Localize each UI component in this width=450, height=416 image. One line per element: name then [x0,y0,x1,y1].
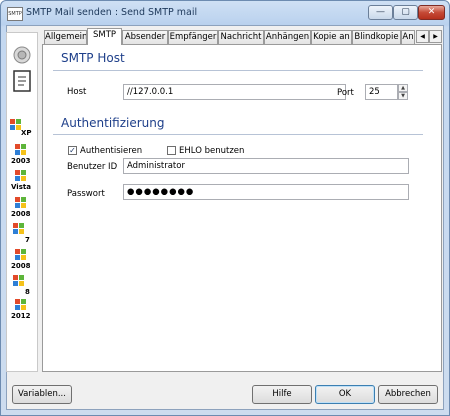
tab-strip: Allgemein SMTP Absender Empfänger Nachri… [42,28,442,45]
tab-kopie-an[interactable]: Kopie an [311,30,352,44]
minimize-button[interactable]: — [368,5,393,20]
os-label-8: 8 [25,288,30,296]
authentication-divider [53,134,423,135]
smtp-host-divider [53,70,423,71]
window-title: SMTP Mail senden : Send SMTP mail [26,7,198,18]
tab-nachricht[interactable]: Nachricht [218,30,264,44]
authenticate-checkbox[interactable]: ✓ [68,146,77,155]
windows-flag-icon [15,299,26,310]
maximize-button[interactable]: ▢ [393,5,418,20]
os-label-2008-r2: 2008 [11,262,31,270]
tab-an[interactable]: An [401,30,415,44]
windows-flag-icon [13,275,24,286]
os-label-xp: XP [21,129,32,137]
tab-allgemein[interactable]: Allgemein [44,30,87,44]
os-label-2012: 2012 [11,312,31,320]
host-input[interactable]: //127.0.0.1 [123,84,346,100]
password-label: Passwort [67,189,105,199]
windows-2003-icon[interactable]: 2003 [10,144,34,168]
app-icon: SMTP [7,7,23,21]
smtp-tab-panel: SMTP Host Host //127.0.0.1 Port 25 ▲ ▼ A… [42,44,442,372]
windows-flag-icon [13,223,24,234]
tab-scroll-right-button[interactable]: ▶ [429,30,442,43]
stepper-down-icon[interactable]: ▼ [398,92,408,100]
os-label-7: 7 [25,236,30,244]
windows-flag-icon [10,119,21,130]
windows-vista-icon[interactable]: Vista [10,170,34,194]
tab-absender[interactable]: Absender [122,30,168,44]
cancel-button[interactable]: Abbrechen [378,385,438,404]
windows-flag-icon [15,249,26,260]
ehlo-checkbox[interactable] [167,146,176,155]
host-label: Host [67,87,87,97]
sidebar: XP 2003 Vista 2008 7 2008 8 2012 [6,32,38,372]
tab-anhaengen[interactable]: Anhängen [264,30,311,44]
circle-icon[interactable] [10,43,34,67]
windows-flag-icon [15,144,26,155]
password-input[interactable]: ●●●●●●●● [123,184,409,200]
windows-2008-icon[interactable]: 2008 [10,197,34,221]
windows-xp-icon[interactable]: XP [10,119,34,143]
ok-button[interactable]: OK [315,385,375,404]
tab-smtp[interactable]: SMTP [87,28,122,45]
windows-2008-r2-icon[interactable]: 2008 [10,249,34,273]
windows-8-icon[interactable]: 8 [10,275,34,299]
port-stepper[interactable]: ▲ ▼ [398,84,408,100]
document-icon[interactable] [10,69,34,93]
os-label-2008: 2008 [11,210,31,218]
os-label-vista: Vista [11,183,31,191]
variables-button[interactable]: Variablen... [12,385,72,404]
ehlo-label[interactable]: EHLO benutzen [179,146,244,156]
tab-blindkopie[interactable]: Blindkopie [352,30,401,44]
stepper-up-icon[interactable]: ▲ [398,84,408,92]
port-input[interactable]: 25 [365,84,398,100]
windows-2012-icon[interactable]: 2012 [10,299,34,323]
authentication-heading: Authentifizierung [61,116,165,130]
smtp-host-heading: SMTP Host [61,51,125,65]
windows-7-icon[interactable]: 7 [10,223,34,247]
os-label-2003: 2003 [11,157,31,165]
windows-flag-icon [15,170,26,181]
tab-scroll-left-button[interactable]: ◀ [416,30,429,43]
close-button[interactable]: ✕ [418,5,445,20]
port-label: Port [337,88,354,98]
tab-empfaenger[interactable]: Empfänger [168,30,218,44]
help-button[interactable]: Hilfe [252,385,312,404]
user-id-input[interactable]: Administrator [123,158,409,174]
user-id-label: Benutzer ID [67,162,118,172]
windows-flag-icon [15,197,26,208]
title-bar[interactable]: SMTP SMTP Mail senden : Send SMTP mail —… [1,1,449,25]
authenticate-label[interactable]: Authentisieren [80,146,142,156]
